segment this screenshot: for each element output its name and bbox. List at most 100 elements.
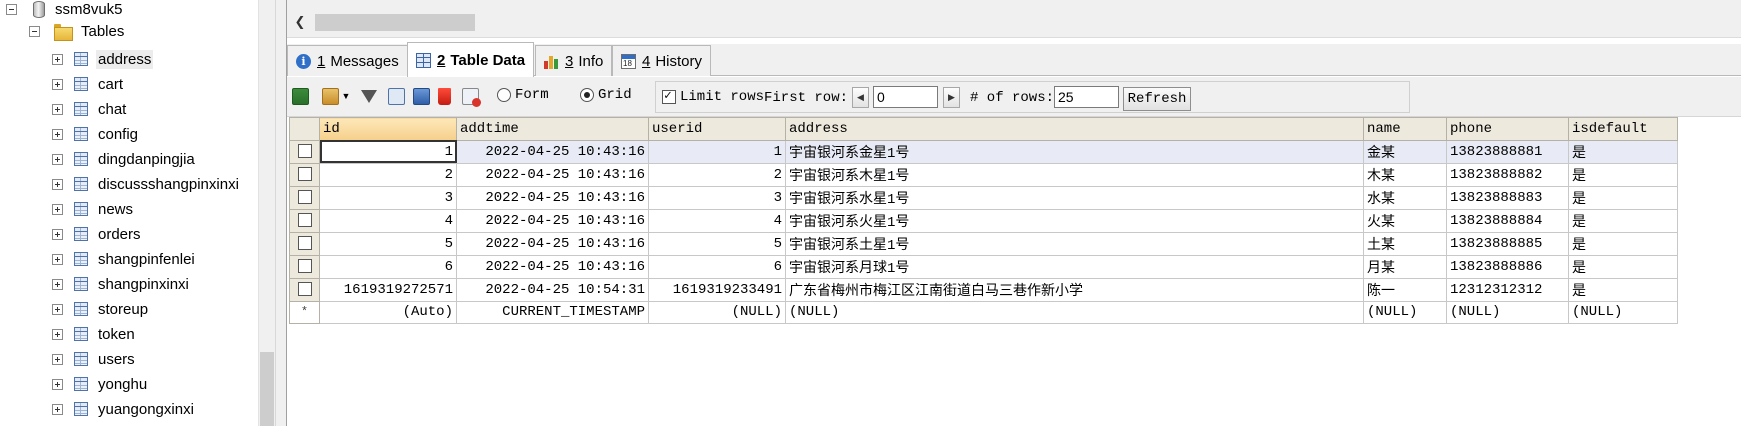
cell-address[interactable]: 宇宙银河系月球1号 [785, 254, 1364, 279]
tree-node-table-discussshangpinxinxi[interactable]: discussshangpinxinxi [52, 172, 241, 196]
view-form-radio[interactable]: Form [497, 87, 549, 103]
checkbox[interactable] [297, 143, 312, 158]
cell-userid[interactable]: 1 [648, 139, 786, 164]
row-select-checkbox[interactable] [289, 254, 320, 279]
cell-isdefault[interactable]: 是 [1568, 277, 1678, 302]
expand-icon[interactable] [52, 328, 63, 340]
tab-info[interactable]: 3 Info [535, 45, 613, 76]
expand-icon[interactable] [52, 253, 63, 265]
table-row[interactable]: 1 2022-04-25 10:43:16 1 宇宙银河系金星1号 金某 13823888… [289, 139, 1678, 164]
cell-id[interactable]: 2 [319, 162, 457, 187]
new-row-cell-id[interactable]: (Auto) [319, 300, 457, 324]
tree-node-table-chat[interactable]: chat [52, 97, 128, 121]
expand-icon[interactable] [52, 303, 63, 315]
cell-addtime[interactable]: 2022-04-25 10:43:16 [456, 162, 649, 187]
cell-phone[interactable]: 13823888883 [1446, 185, 1569, 210]
table-row[interactable]: 4 2022-04-25 10:43:16 4 宇宙银河系火星1号 火某 13823888… [289, 208, 1678, 233]
first-row-input[interactable]: 0 [873, 86, 938, 108]
cell-name[interactable]: 陈一 [1363, 277, 1447, 302]
table-row[interactable]: 2 2022-04-25 10:43:16 2 宇宙银河系木星1号 木某 13823888… [289, 162, 1678, 187]
export-icon[interactable] [292, 85, 309, 107]
tab-messages[interactable]: i 1 Messages [287, 45, 408, 76]
expand-icon[interactable] [52, 178, 63, 190]
tree-node-table-yonghu[interactable]: yonghu [52, 372, 149, 396]
checkbox[interactable] [297, 235, 312, 250]
cell-id[interactable]: 6 [319, 254, 457, 279]
table-row[interactable]: 5 2022-04-25 10:43:16 5 宇宙银河系土星1号 土某 13823888… [289, 231, 1678, 256]
tree-node-table-storeup[interactable]: storeup [52, 297, 150, 321]
cell-isdefault[interactable]: 是 [1568, 231, 1678, 256]
row-select-checkbox[interactable] [289, 185, 320, 210]
num-rows-input[interactable]: 25 [1054, 86, 1119, 108]
cell-id[interactable]: 4 [319, 208, 457, 233]
column-header-userid[interactable]: userid [648, 117, 786, 141]
tree-node-table-yuangongxinxi[interactable]: yuangongxinxi [52, 397, 196, 421]
column-header-id[interactable]: id [319, 117, 457, 141]
checkbox[interactable] [297, 166, 312, 181]
new-row-cell-isdefault[interactable]: (NULL) [1568, 300, 1678, 324]
cell-address[interactable]: 宇宙银河系金星1号 [785, 139, 1364, 164]
cell-userid[interactable]: 2 [648, 162, 786, 187]
cell-addtime[interactable]: 2022-04-25 10:43:16 [456, 231, 649, 256]
tree-node-table-users[interactable]: users [52, 347, 137, 371]
cell-isdefault[interactable]: 是 [1568, 254, 1678, 279]
cell-userid[interactable]: 6 [648, 254, 786, 279]
tree-node-table-config[interactable]: config [52, 122, 140, 146]
cell-address[interactable]: 宇宙银河系火星1号 [785, 208, 1364, 233]
table-row[interactable]: 3 2022-04-25 10:43:16 3 宇宙银河系水星1号 水某 13823888… [289, 185, 1678, 210]
expand-icon[interactable] [52, 353, 63, 365]
new-row-cell-addtime[interactable]: CURRENT_TIMESTAMP [456, 300, 649, 324]
cell-phone[interactable]: 13823888881 [1446, 139, 1569, 164]
cell-id[interactable]: 3 [319, 185, 457, 210]
cell-phone[interactable]: 13823888882 [1446, 162, 1569, 187]
delete-icon[interactable] [438, 85, 451, 107]
cell-address[interactable]: 宇宙银河系土星1号 [785, 231, 1364, 256]
expand-icon[interactable] [52, 228, 63, 240]
radio-button[interactable] [580, 88, 594, 102]
expand-icon[interactable] [52, 403, 63, 415]
first-row-increment-button[interactable]: ▶ [943, 87, 960, 108]
refresh-button[interactable]: Refresh [1123, 87, 1191, 111]
cell-name[interactable]: 水某 [1363, 185, 1447, 210]
cell-addtime[interactable]: 2022-04-25 10:43:16 [456, 208, 649, 233]
import-dropdown-icon[interactable]: ▼ [319, 85, 353, 107]
cancel-changes-icon[interactable] [462, 85, 481, 107]
filter-icon[interactable] [361, 85, 377, 107]
radio-button[interactable] [497, 88, 511, 102]
new-row-cell-name[interactable]: (NULL) [1363, 300, 1447, 324]
checkbox[interactable] [297, 189, 312, 204]
first-row-decrement-button[interactable]: ◀ [852, 87, 869, 108]
tree-node-table-orders[interactable]: orders [52, 222, 143, 246]
new-row-cell-userid[interactable]: (NULL) [648, 300, 786, 324]
cell-phone[interactable]: 13823888885 [1446, 231, 1569, 256]
tree-node-database[interactable]: ssm8vuk5 [6, 0, 125, 21]
cell-id[interactable]: 1 [319, 139, 457, 164]
cell-address[interactable]: 宇宙银河系水星1号 [785, 185, 1364, 210]
cell-name[interactable]: 火某 [1363, 208, 1447, 233]
tab-table-data[interactable]: 2 Table Data [407, 42, 535, 77]
expand-icon[interactable] [52, 78, 63, 90]
cell-phone[interactable]: 12312312312 [1446, 277, 1569, 302]
cell-phone[interactable]: 13823888886 [1446, 254, 1569, 279]
expand-icon[interactable] [52, 103, 63, 115]
horizontal-scrollbar-thumb[interactable] [315, 14, 475, 31]
tree-node-table-token[interactable]: token [52, 322, 137, 346]
cell-userid[interactable]: 4 [648, 208, 786, 233]
column-header-address[interactable]: address [785, 117, 1364, 141]
expand-icon[interactable] [52, 128, 63, 140]
column-header-addtime[interactable]: addtime [456, 117, 649, 141]
cell-userid[interactable]: 3 [648, 185, 786, 210]
tree-scrollbar-thumb[interactable] [260, 352, 274, 426]
expand-icon[interactable] [52, 278, 63, 290]
grid-corner-header[interactable] [289, 117, 320, 141]
save-icon[interactable] [413, 85, 430, 107]
cell-isdefault[interactable]: 是 [1568, 185, 1678, 210]
checkbox[interactable] [297, 212, 312, 227]
panel-splitter[interactable] [275, 0, 287, 426]
cell-userid[interactable]: 1619319233491 [648, 277, 786, 302]
checkbox[interactable] [662, 88, 676, 104]
collapse-icon[interactable] [6, 3, 17, 15]
cell-address[interactable]: 宇宙银河系木星1号 [785, 162, 1364, 187]
new-row-cell-phone[interactable]: (NULL) [1446, 300, 1569, 324]
table-row[interactable]: 1619319272571 2022-04-25 10:54:31 16193192… [289, 277, 1678, 302]
